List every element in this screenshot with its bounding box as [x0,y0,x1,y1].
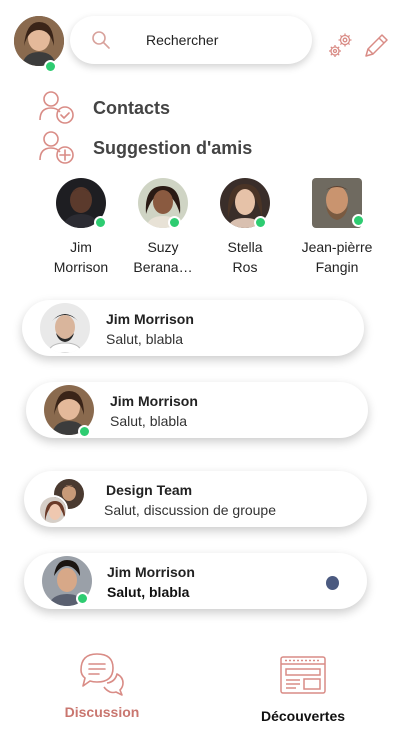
suggestion-item[interactable]: Stella Ros [200,178,290,277]
chat-item[interactable]: Jim Morrison Salut, blabla [22,300,364,356]
add-friend-icon [39,131,74,164]
chat-bubbles-icon [80,653,124,696]
suggestion-name: Suzy Berana… [133,239,193,275]
chat-title: Jim Morrison [110,393,198,409]
search-icon [92,31,110,49]
group-avatar [38,479,88,525]
suggestion-name: Jean-pièrre Fangin [301,239,373,275]
suggestion-name: Stella Ros [227,239,263,275]
contacts-section[interactable]: Contacts [38,90,170,126]
avatar [44,385,94,438]
chat-photo [40,303,90,353]
suggestions-label: Suggestion d'amis [93,137,253,158]
search-input[interactable]: Rechercher [146,32,218,48]
browser-window-icon [280,656,326,694]
online-indicator [94,216,107,229]
avatar [40,303,90,353]
online-indicator [76,592,89,605]
avatar-photo [14,16,64,66]
tab-discussion-label: Discussion [64,704,140,720]
search-bar[interactable]: Rechercher [70,16,312,64]
settings-gear-icon[interactable] [326,30,356,60]
avatar [56,178,107,229]
online-indicator [352,214,365,227]
avatar [42,556,92,606]
my-online-indicator [44,60,57,73]
edit-pencil-icon[interactable] [362,32,390,60]
tab-decouvertes-label: Découvertes [260,708,346,724]
chat-message: Salut, blabla [110,413,188,429]
contacts-user-check-icon [39,91,74,124]
avatar [220,178,270,229]
avatar [312,178,365,228]
chat-message: Salut, blabla [106,331,184,347]
chat-title: Jim Morrison [107,564,195,580]
contacts-label: Contacts [93,97,171,118]
online-indicator [168,216,181,229]
unread-indicator [326,576,339,590]
online-indicator [78,425,91,438]
avatar [138,178,188,229]
chat-item[interactable]: Design Team Salut, discussion de groupe [24,471,367,527]
my-avatar[interactable] [14,16,64,66]
tab-decouvertes[interactable]: Découvertes [243,654,363,724]
suggestion-item[interactable]: Jim Morrison [36,178,126,277]
chat-item[interactable]: Jim Morrison Salut, blabla [24,553,367,609]
chat-item[interactable]: Jim Morrison Salut, blabla [26,382,368,438]
online-indicator [254,216,267,229]
suggestion-item[interactable]: Suzy Berana… [118,178,208,277]
suggestion-name: Jim Morrison [53,239,109,275]
chat-title: Jim Morrison [106,311,194,327]
chat-message: Salut, discussion de groupe [104,502,276,518]
chat-title: Design Team [106,482,193,498]
tab-discussion[interactable]: Discussion [42,650,162,720]
chat-message: Salut, blabla [107,584,190,600]
suggestions-section[interactable]: Suggestion d'amis [38,130,252,166]
suggestion-item[interactable]: Jean-pièrre Fangin [292,178,382,277]
group-member-photo [40,497,66,523]
